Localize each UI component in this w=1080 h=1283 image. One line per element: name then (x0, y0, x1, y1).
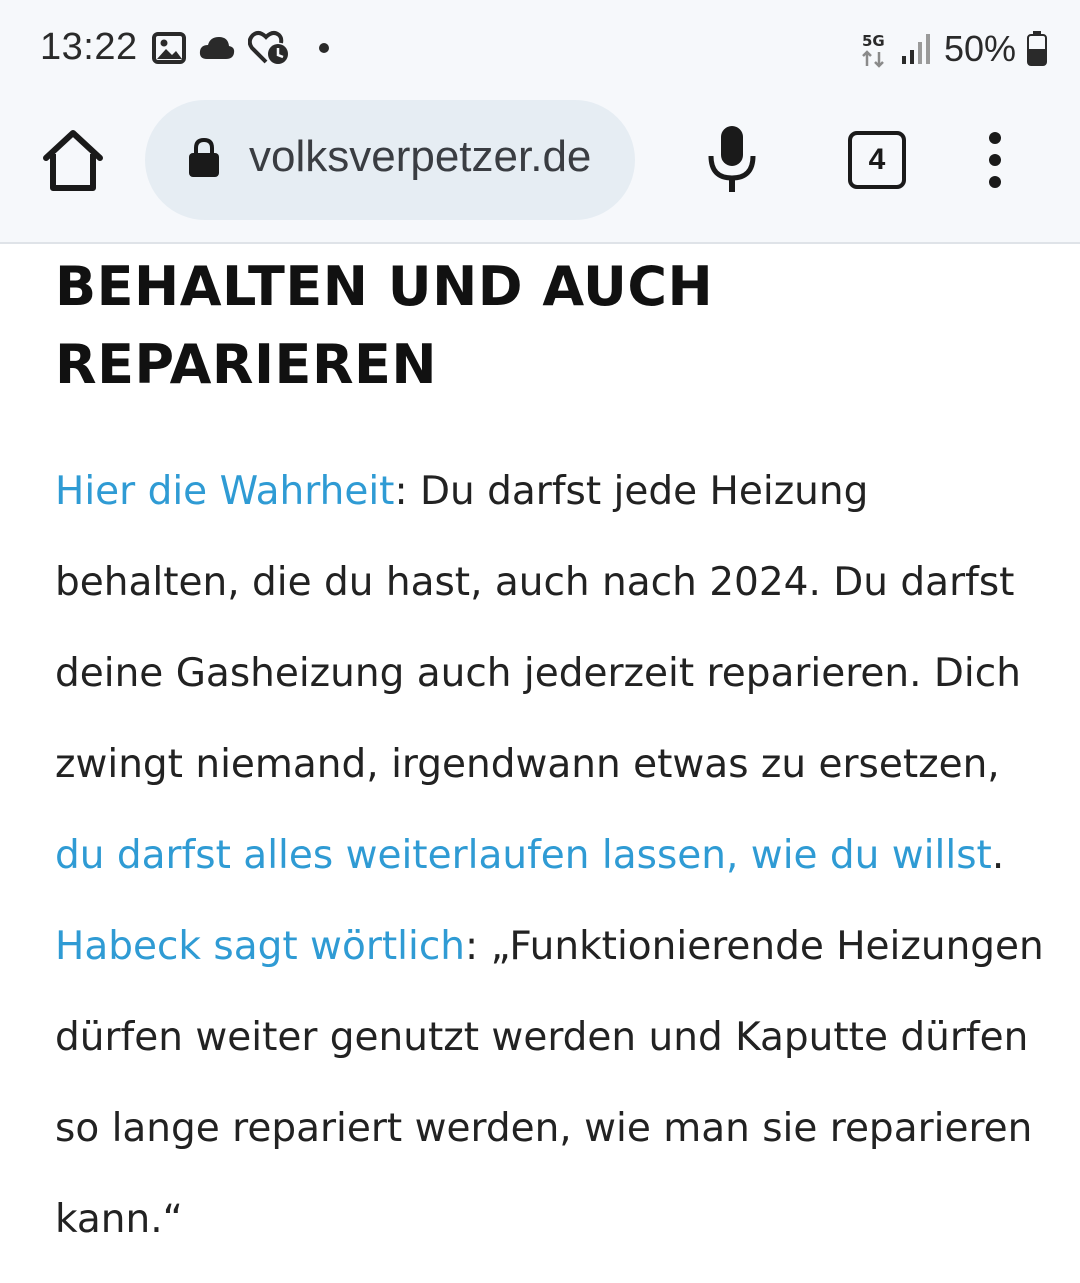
tab-count: 4 (868, 143, 886, 176)
paragraph-text-1: : Du darfst jede Heizung behalten, die d… (55, 469, 1021, 787)
paragraph-text-3: : „Funktionierende Heizungen dürfen weit… (55, 924, 1044, 1242)
link-habeck-sagt[interactable]: Habeck sagt wörtlich (55, 924, 465, 969)
article-content: BEHALTEN UND AUCH REPARIEREN Hier die Wa… (55, 248, 1045, 1265)
battery-percent: 50% (943, 28, 1016, 69)
link-hier-die-wahrheit[interactable]: Hier die Wahrheit (55, 469, 394, 514)
browser-toolbar: volksverpetzer.de 4 (0, 100, 1080, 244)
network-5g-icon: 5G (862, 32, 885, 68)
notification-icons (152, 30, 332, 66)
signal-icon (901, 34, 930, 64)
status-right: 5G 50% (860, 28, 1048, 70)
svg-text:5G: 5G (862, 32, 885, 50)
gallery-icon (152, 32, 186, 64)
more-dot-icon (319, 43, 329, 53)
link-weiterlaufen-lassen[interactable]: du darfst alles weiterlaufen lassen, wie… (55, 833, 992, 878)
lock-icon[interactable] (187, 136, 221, 178)
microphone-icon[interactable] (706, 124, 758, 196)
status-time: 13:22 (40, 26, 138, 68)
status-bar: 13:22 5G 50% (0, 0, 1080, 100)
tab-switcher-button[interactable]: 4 (848, 131, 906, 189)
paragraph-text-2: . (991, 833, 1005, 878)
battery-icon (1027, 31, 1047, 66)
heart-clock-icon (248, 30, 288, 64)
article-heading: BEHALTEN UND AUCH REPARIEREN (55, 255, 714, 396)
more-menu-icon[interactable] (980, 130, 1010, 190)
url-text[interactable]: volksverpetzer.de (249, 132, 629, 182)
cloud-icon (199, 37, 235, 59)
address-bar[interactable]: volksverpetzer.de (145, 100, 635, 220)
home-icon[interactable] (40, 128, 106, 194)
article-paragraph: Hier die Wahrheit: Du darfst jede Heizun… (55, 446, 1045, 1265)
